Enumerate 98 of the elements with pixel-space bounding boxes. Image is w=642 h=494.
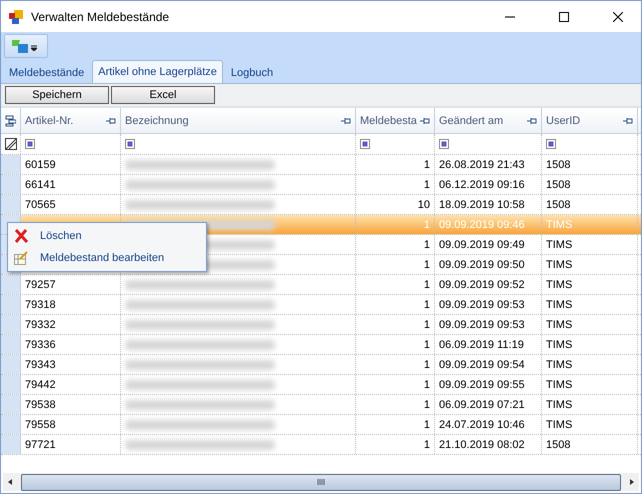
column-header[interactable]: Meldebesta (356, 108, 435, 133)
table-cell: TIMS (546, 238, 572, 250)
table-cell: 24.07.2019 10:46 (439, 418, 525, 430)
table-cell: TIMS (546, 338, 572, 350)
table-cell: 79442 (25, 378, 56, 390)
pin-icon[interactable] (420, 116, 430, 124)
table-cell: 1 (424, 358, 430, 370)
table-cell: TIMS (546, 278, 572, 290)
tab[interactable]: Meldebestände (3, 62, 90, 83)
table-cell: 09.09.2019 09:46 (439, 218, 525, 230)
table-cell: TIMS (546, 258, 572, 270)
table-cell: TIMS (546, 318, 572, 330)
column-header[interactable]: Artikel-Nr. (21, 108, 121, 133)
table-cell: 09.09.2019 09:50 (439, 258, 525, 270)
table-cell: 79318 (25, 298, 56, 310)
table-cell: TIMS (546, 298, 572, 310)
filter-icon[interactable] (360, 139, 370, 149)
table-cell: 1 (424, 178, 430, 190)
table-cell: 09.09.2019 09:53 (439, 318, 525, 330)
table-row[interactable]: 79332 1 09.09.2019 09:53 TIMS (1, 315, 641, 335)
filter-icon[interactable] (25, 139, 35, 149)
table-cell: 1 (424, 398, 430, 410)
save-button[interactable]: Speichern (5, 86, 109, 104)
table-cell: 79257 (25, 278, 56, 290)
maximize-icon[interactable] (559, 12, 569, 22)
table-row[interactable]: 79558 1 24.07.2019 10:46 TIMS (1, 415, 641, 435)
table-cell: 1 (424, 378, 430, 390)
column-header[interactable]: Bezeichnung (121, 108, 356, 133)
table-cell: 1 (424, 298, 430, 310)
refresh-button[interactable] (4, 34, 48, 58)
table-cell: 09.09.2019 09:54 (439, 358, 525, 370)
table-cell: TIMS (546, 218, 572, 230)
table-row[interactable]: 79538 1 06.09.2019 07:21 TIMS (1, 395, 641, 415)
table-cell: 09.09.2019 09:49 (439, 238, 525, 250)
column-header[interactable]: Geändert am (435, 108, 542, 133)
table-cell: 79332 (25, 318, 56, 330)
table-cell: 60159 (25, 158, 56, 170)
window-title: Verwalten Meldebestände (31, 10, 170, 24)
table-row[interactable]: 79318 1 09.09.2019 09:53 TIMS (1, 295, 641, 315)
pin-icon[interactable] (623, 116, 633, 124)
column-header[interactable]: UserID (542, 108, 638, 133)
table-row[interactable]: 66141 1 06.12.2019 09:16 1508 (1, 175, 641, 195)
table-cell: TIMS (546, 358, 572, 370)
table-cell: 1508 (546, 438, 570, 450)
table-cell: 1 (424, 238, 430, 250)
table-cell: 10 (418, 198, 430, 210)
table-cell: 21.10.2019 08:02 (439, 438, 525, 450)
table-cell: 1 (424, 218, 430, 230)
table-row[interactable]: 60159 1 26.08.2019 21:43 1508 (1, 155, 641, 175)
table-row[interactable]: 79343 1 09.09.2019 09:54 TIMS (1, 355, 641, 375)
table-cell: TIMS (546, 378, 572, 390)
table-cell: 1 (424, 338, 430, 350)
table-cell: 97721 (25, 438, 56, 450)
table-cell: 09.09.2019 09:53 (439, 298, 525, 310)
table-cell: 79558 (25, 418, 56, 430)
table-row[interactable]: 97721 1 21.10.2019 08:02 1508 (1, 435, 641, 455)
table-cell: 66141 (25, 178, 56, 190)
table-row[interactable]: 79442 1 09.09.2019 09:55 TIMS (1, 375, 641, 395)
table-cell: 1 (424, 158, 430, 170)
table-row[interactable]: 70565 10 18.09.2019 10:58 1508 (1, 195, 641, 215)
table-cell: TIMS (546, 398, 572, 410)
tab[interactable]: Artikel ohne Lagerplätze (92, 60, 223, 83)
horizontal-scrollbar[interactable] (3, 473, 639, 491)
pin-icon[interactable] (527, 116, 537, 124)
table-cell: 79538 (25, 398, 56, 410)
table-cell: 1 (424, 318, 430, 330)
delete-icon (14, 229, 28, 243)
table-cell: 1508 (546, 198, 570, 210)
table-cell: 06.12.2019 09:16 (439, 178, 525, 190)
close-icon[interactable] (613, 12, 623, 22)
table-cell: 70565 (25, 198, 56, 210)
table-cell: 06.09.2019 07:21 (439, 398, 525, 410)
table-cell: TIMS (546, 418, 572, 430)
tab[interactable]: Logbuch (224, 62, 280, 83)
table-cell: 1 (424, 418, 430, 430)
table-cell: 1 (424, 438, 430, 450)
table-cell: 09.09.2019 09:55 (439, 378, 525, 390)
table-row[interactable]: 79336 1 06.09.2019 11:19 TIMS (1, 335, 641, 355)
export-button[interactable]: Excel (111, 86, 215, 104)
filter-icon[interactable] (546, 139, 556, 149)
pin-icon[interactable] (341, 116, 351, 124)
table-cell: 79343 (25, 358, 56, 370)
edit-table-icon (14, 251, 28, 265)
table-cell: 06.09.2019 11:19 (439, 338, 524, 350)
table-cell: 1 (424, 258, 430, 270)
table-cell: 1 (424, 278, 430, 290)
table-row[interactable]: 79257 1 09.09.2019 09:52 TIMS (1, 275, 641, 295)
pin-icon[interactable] (106, 116, 116, 124)
table-cell: 1508 (546, 158, 570, 170)
table-cell: 09.09.2019 09:52 (439, 278, 525, 290)
table-cell: 79336 (25, 338, 56, 350)
filter-icon[interactable] (125, 139, 135, 149)
filter-icon[interactable] (439, 139, 449, 149)
table-cell: 26.08.2019 21:43 (439, 158, 525, 170)
table-cell: 1508 (546, 178, 570, 190)
table-cell: 18.09.2019 10:58 (439, 198, 525, 210)
app-icon (9, 10, 23, 24)
grip-icon[interactable] (317, 479, 325, 485)
